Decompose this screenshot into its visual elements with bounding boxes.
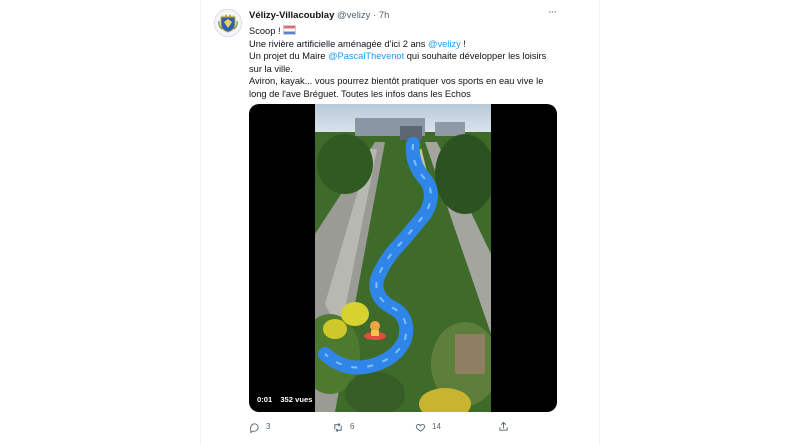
mention-link[interactable]: @PascalThevenot [328,51,404,61]
more-icon: ··· [548,6,557,18]
tweet-line-2-end: ! [460,38,466,49]
video-view-count: 352 vues [280,395,313,404]
tweet-text: Scoop ! Une rivière artificielle aménagé… [249,25,549,101]
avatar[interactable] [214,9,242,37]
reply-icon [250,422,259,433]
video-elapsed-time: 0:01 [257,395,273,404]
tweet-header: Vélizy-Villacoublay @velizy · 7h [249,9,389,23]
tweet-actions: 3 6 14 [249,420,559,434]
retweet-count: 6 [350,422,355,431]
video-player[interactable] [249,104,557,412]
more-options-button[interactable]: ··· [544,7,560,21]
like-button[interactable]: 14 [415,420,441,434]
like-count: 14 [432,422,441,431]
video-overlay: 0:01 352 vues [257,394,318,406]
tweet-line-3: Un projet du Maire [249,51,329,62]
author-handle[interactable]: @velizy [337,10,370,21]
share-button[interactable] [498,420,509,434]
retweet-button[interactable]: 6 [332,420,354,434]
share-icon [499,422,508,432]
france-flag-icon [282,25,296,35]
retweet-icon [334,422,342,432]
tweet-line-1: Scoop ! [249,26,281,36]
reply-count: 3 [266,422,271,431]
heart-icon [415,423,426,432]
author-name[interactable]: Vélizy-Villacoublay [249,10,334,21]
header-separator: · [373,10,377,21]
video-frame [315,104,491,412]
tweet-line-4: Aviron, kayak... vous pourrez bientôt pr… [249,76,544,99]
tweet-line-2: Une rivière artificielle aménagée d'ici … [249,38,429,49]
reply-button[interactable]: 3 [249,420,270,434]
coat-of-arms-icon [215,10,241,36]
mention-link[interactable]: @velizy [428,39,461,49]
tweet-timestamp[interactable]: 7h [379,10,390,21]
